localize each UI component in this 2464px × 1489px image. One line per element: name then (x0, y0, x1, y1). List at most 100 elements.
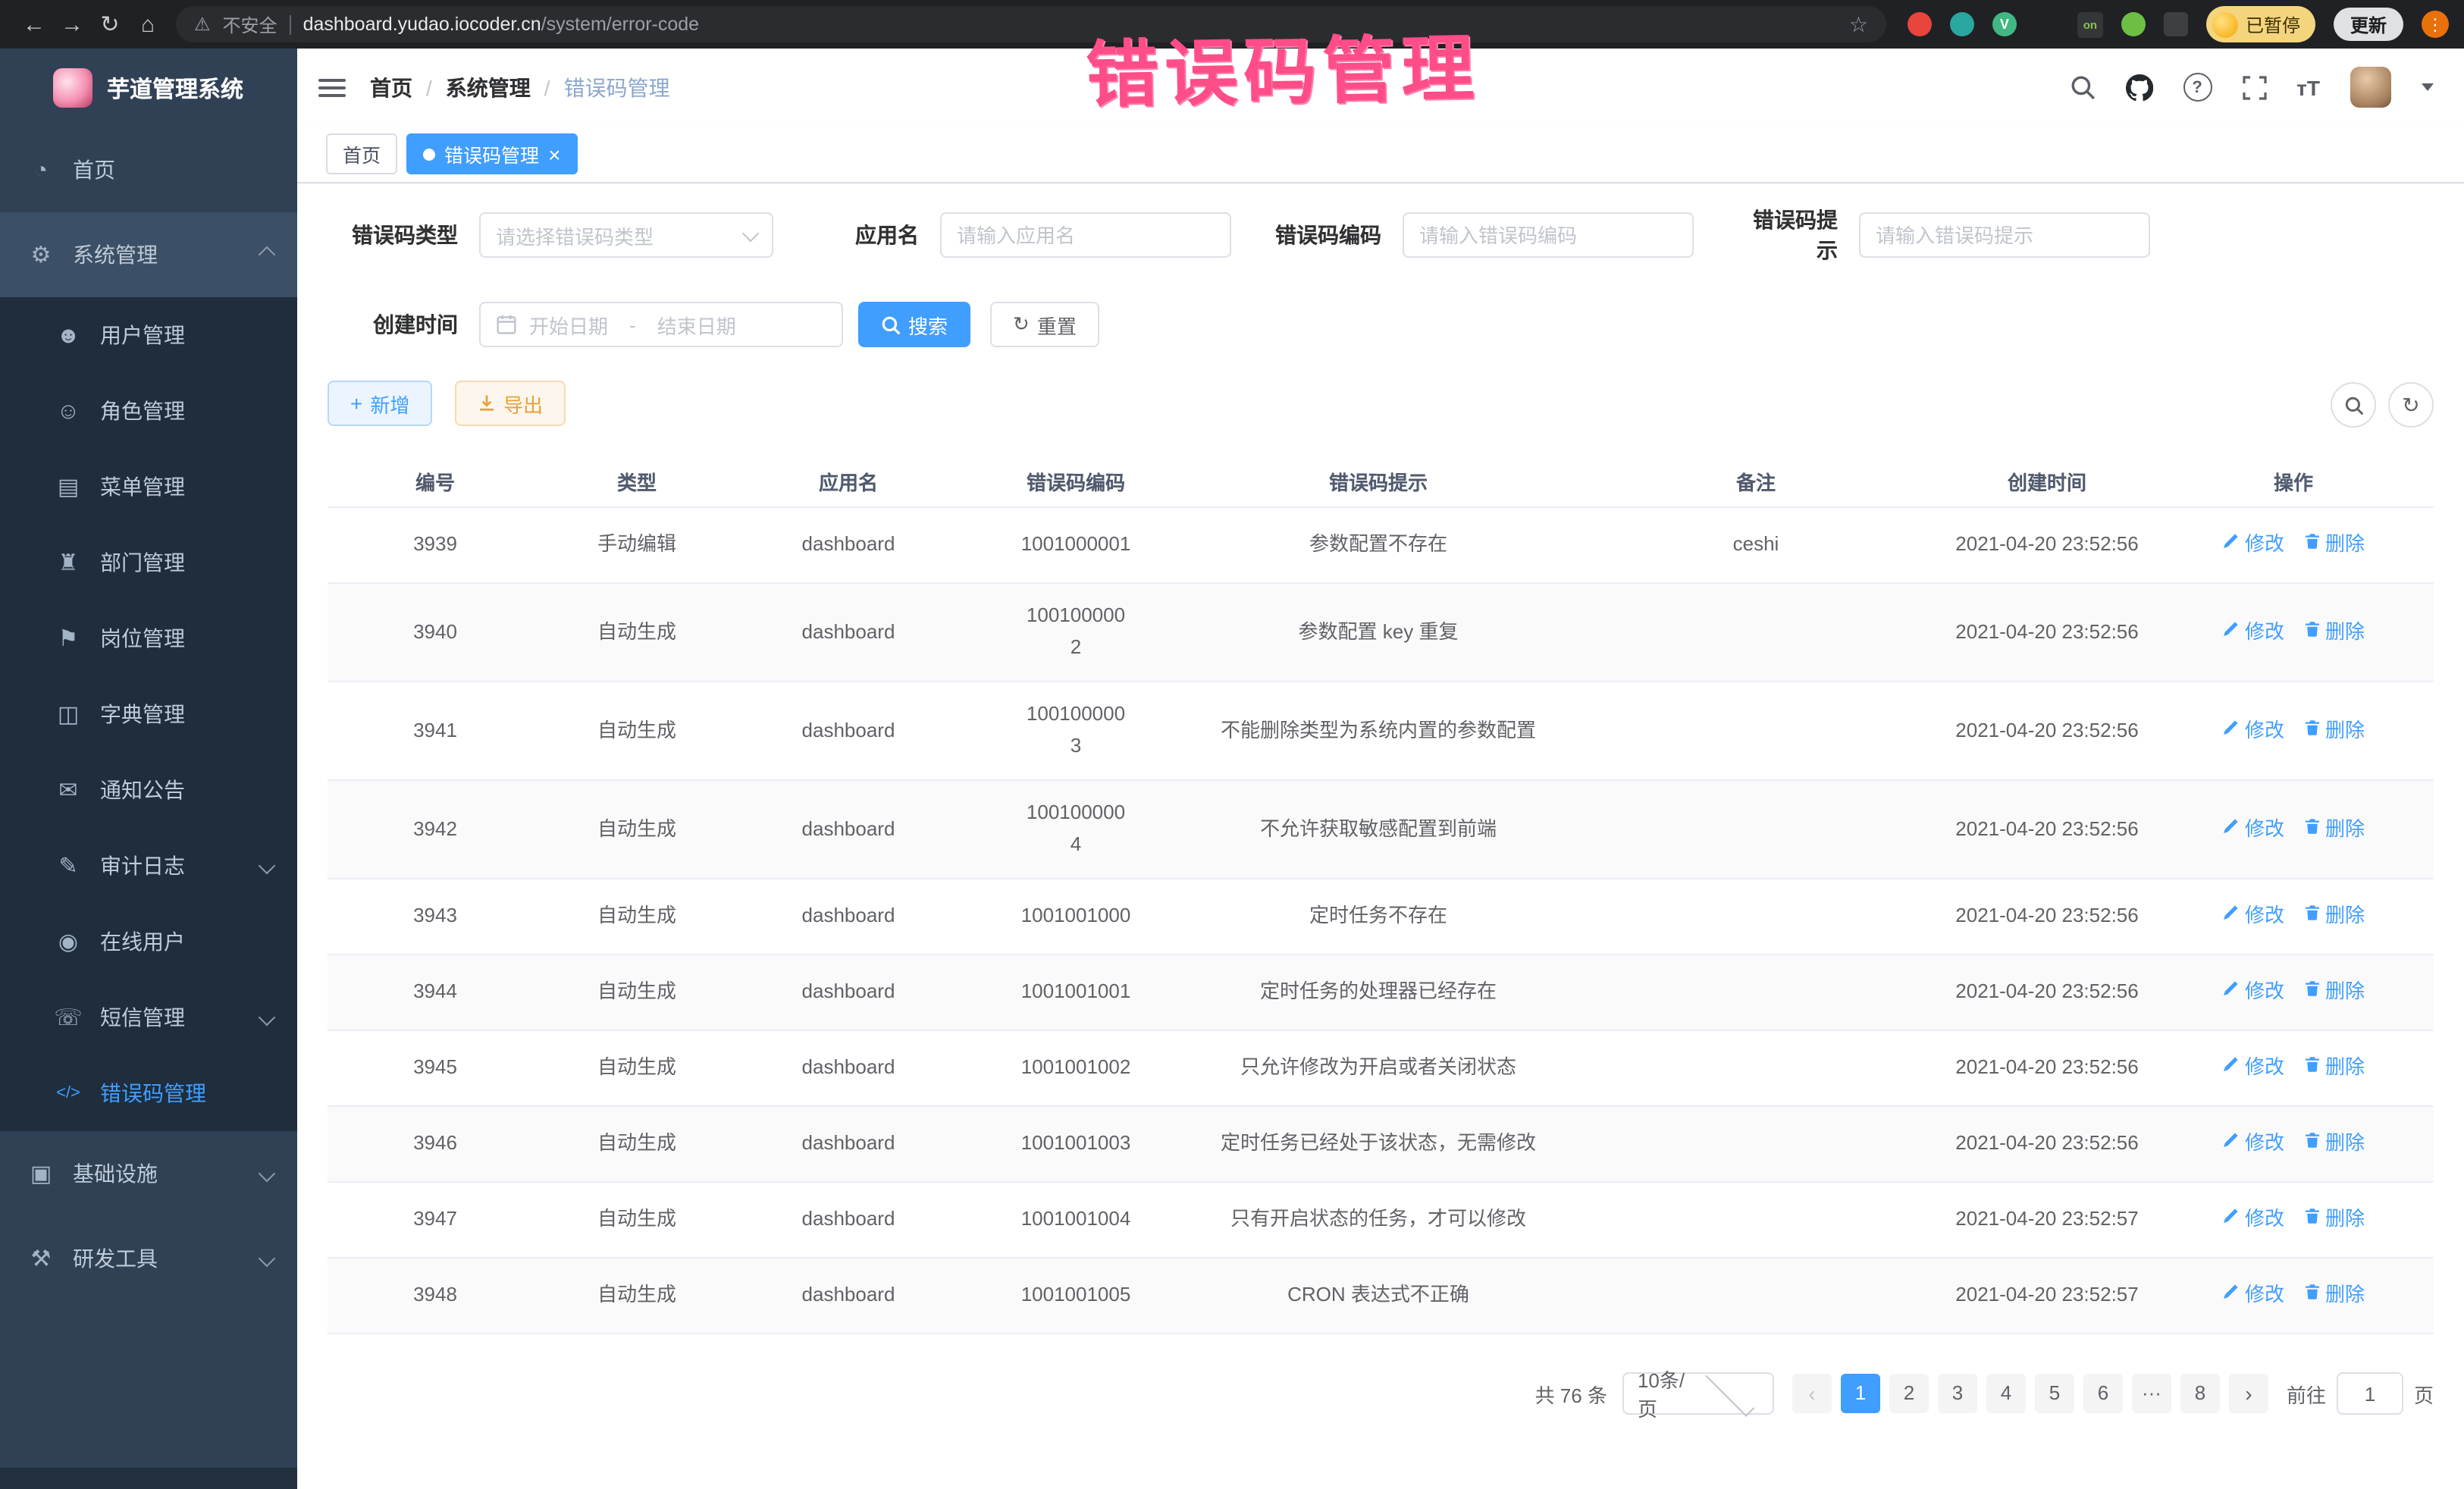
sidebar-item-infra[interactable]: ▣基础设施 (0, 1131, 297, 1216)
browser-menu-icon[interactable]: ⋮ (2422, 11, 2449, 38)
vue-devtools-icon[interactable]: V (1992, 12, 2017, 36)
goto-page-input[interactable] (2337, 1372, 2403, 1415)
delete-link[interactable]: 删除 (2303, 813, 2365, 845)
more-pages-button[interactable]: ··· (2132, 1374, 2171, 1413)
error-type-select[interactable]: 请选择错误码类型 (479, 212, 773, 258)
refresh-table-button[interactable]: ↻ (2388, 382, 2434, 428)
export-button[interactable]: 导出 (455, 381, 566, 426)
edit-link[interactable]: 修改 (2222, 715, 2284, 747)
breadcrumb-item[interactable]: 系统管理 (446, 72, 531, 102)
logo[interactable]: 芋道管理系统 (0, 49, 297, 127)
hamburger-icon[interactable] (318, 78, 346, 96)
sidebar-item-sms[interactable]: ☏短信管理 (0, 980, 297, 1055)
update-button[interactable]: 更新 (2334, 8, 2403, 41)
edit-link[interactable]: 修改 (2222, 1128, 2284, 1160)
proxy-on-icon[interactable]: on (2077, 11, 2103, 37)
delete-link[interactable]: 删除 (2303, 901, 2365, 933)
security-label[interactable]: 不安全 (223, 11, 277, 37)
back-icon[interactable]: ← (15, 11, 53, 37)
reload-icon[interactable]: ↻ (91, 11, 129, 38)
home-icon[interactable]: ⌂ (129, 11, 167, 37)
sidebar-item-code[interactable]: </>错误码管理 (0, 1055, 297, 1131)
sidebar-item-online-users[interactable]: ◉在线用户 (0, 904, 297, 980)
page-size-select[interactable]: 10条/页 (1622, 1372, 1774, 1415)
extension-grid-icon[interactable] (2035, 12, 2059, 36)
profile-sync-paused-chip[interactable]: 已暂停 (2206, 6, 2315, 42)
font-size-icon[interactable]: тT (2296, 75, 2320, 99)
add-button[interactable]: + 新增 (328, 381, 432, 426)
error-code-input[interactable] (1403, 212, 1694, 258)
delete-link[interactable]: 删除 (2303, 976, 2365, 1008)
search-icon[interactable] (2069, 74, 2095, 100)
tab-active[interactable]: 错误码管理× (406, 133, 577, 174)
sidebar-item-tools[interactable]: ⚒研发工具 (0, 1216, 297, 1301)
sidebar-item-gear[interactable]: ⚙系统管理 (0, 212, 297, 297)
toggle-search-button[interactable] (2331, 382, 2376, 428)
extension-teal-icon[interactable] (1950, 12, 1974, 36)
fullscreen-icon[interactable] (2242, 75, 2266, 99)
edit-link[interactable]: 修改 (2222, 901, 2284, 933)
page-button-2[interactable]: 2 (1889, 1374, 1929, 1413)
page-button-6[interactable]: 6 (2083, 1374, 2123, 1413)
sidebar-item-dict[interactable]: ◫字典管理 (0, 676, 297, 752)
sidebar-item-dashboard[interactable]: ◔首页 (0, 127, 297, 212)
edit-link[interactable]: 修改 (2222, 1052, 2284, 1084)
edit-link[interactable]: 修改 (2222, 1280, 2284, 1312)
extension-red-icon[interactable] (1908, 12, 1932, 36)
edit-link[interactable]: 修改 (2222, 976, 2284, 1008)
breadcrumb-item[interactable]: 首页 (370, 72, 412, 102)
chevron-down-icon (259, 1250, 276, 1268)
page-button-3[interactable]: 3 (1938, 1374, 1977, 1413)
delete-link[interactable]: 删除 (2303, 1204, 2365, 1236)
avatar[interactable] (2350, 67, 2391, 108)
sidebar-item-audit-log[interactable]: ✎审计日志 (0, 828, 297, 904)
tab-item[interactable]: 首页 (326, 133, 397, 174)
cell-type: 自动生成 (543, 955, 731, 1030)
sidebar-item-menu-list[interactable]: ▤菜单管理 (0, 449, 297, 525)
delete-link[interactable]: 删除 (2303, 616, 2365, 648)
github-icon[interactable] (2125, 74, 2152, 101)
page-button-1[interactable]: 1 (1841, 1374, 1880, 1413)
sidebar-item-user[interactable]: ☻用户管理 (0, 297, 297, 373)
tab-close-icon[interactable]: × (548, 143, 560, 165)
delete-link[interactable]: 删除 (2303, 529, 2365, 561)
delete-link[interactable]: 删除 (2303, 715, 2365, 747)
bookmark-star-icon[interactable]: ☆ (1849, 11, 1868, 37)
page-button-4[interactable]: 4 (1986, 1374, 2026, 1413)
sidebar-collapse-bar[interactable] (0, 1468, 297, 1489)
next-page-button[interactable]: › (2229, 1374, 2268, 1413)
column-header: 创建时间 (1941, 455, 2153, 507)
page-button-5[interactable]: 5 (2035, 1374, 2074, 1413)
extension-dark-icon[interactable] (2164, 12, 2188, 36)
sidebar-item-post[interactable]: ⚑岗位管理 (0, 600, 297, 676)
cell-type: 自动生成 (543, 583, 731, 682)
prev-page-button[interactable]: ‹ (1792, 1374, 1832, 1413)
search-button[interactable]: 搜索 (858, 302, 970, 347)
sidebar-item-org-tree[interactable]: ♜部门管理 (0, 525, 297, 600)
forward-icon[interactable]: → (53, 11, 91, 37)
edit-link[interactable]: 修改 (2222, 1204, 2284, 1236)
url-text[interactable]: dashboard.yudao.iocoder.cn/system/error-… (303, 14, 700, 35)
date-range-picker[interactable]: 开始日期 - 结束日期 (479, 302, 843, 347)
edit-icon (2222, 976, 2240, 1008)
edit-link[interactable]: 修改 (2222, 616, 2284, 648)
error-hint-input[interactable] (1859, 212, 2150, 258)
delete-link[interactable]: 删除 (2303, 1280, 2365, 1312)
sidebar-item-roles[interactable]: ☺角色管理 (0, 373, 297, 449)
sidebar-item-label: 首页 (73, 155, 115, 185)
delete-link[interactable]: 删除 (2303, 1128, 2365, 1160)
caret-down-icon[interactable] (2422, 83, 2434, 91)
cell-created: 2021-04-20 23:52:56 (1941, 682, 2153, 780)
delete-link[interactable]: 删除 (2303, 1052, 2365, 1084)
extension-green-icon[interactable] (2121, 12, 2146, 36)
filter-label: 创建时间 (328, 309, 458, 340)
page-button-8[interactable]: 8 (2180, 1374, 2220, 1413)
sidebar-item-announce[interactable]: ✉通知公告 (0, 752, 297, 828)
help-icon[interactable]: ? (2183, 73, 2212, 102)
date-separator: - (629, 313, 636, 336)
address-bar[interactable]: ⚠ 不安全 dashboard.yudao.iocoder.cn/system/… (176, 6, 1886, 42)
edit-link[interactable]: 修改 (2222, 813, 2284, 845)
app-name-input[interactable] (940, 212, 1231, 258)
edit-link[interactable]: 修改 (2222, 529, 2284, 561)
reset-button[interactable]: ↻ 重置 (990, 302, 1099, 347)
